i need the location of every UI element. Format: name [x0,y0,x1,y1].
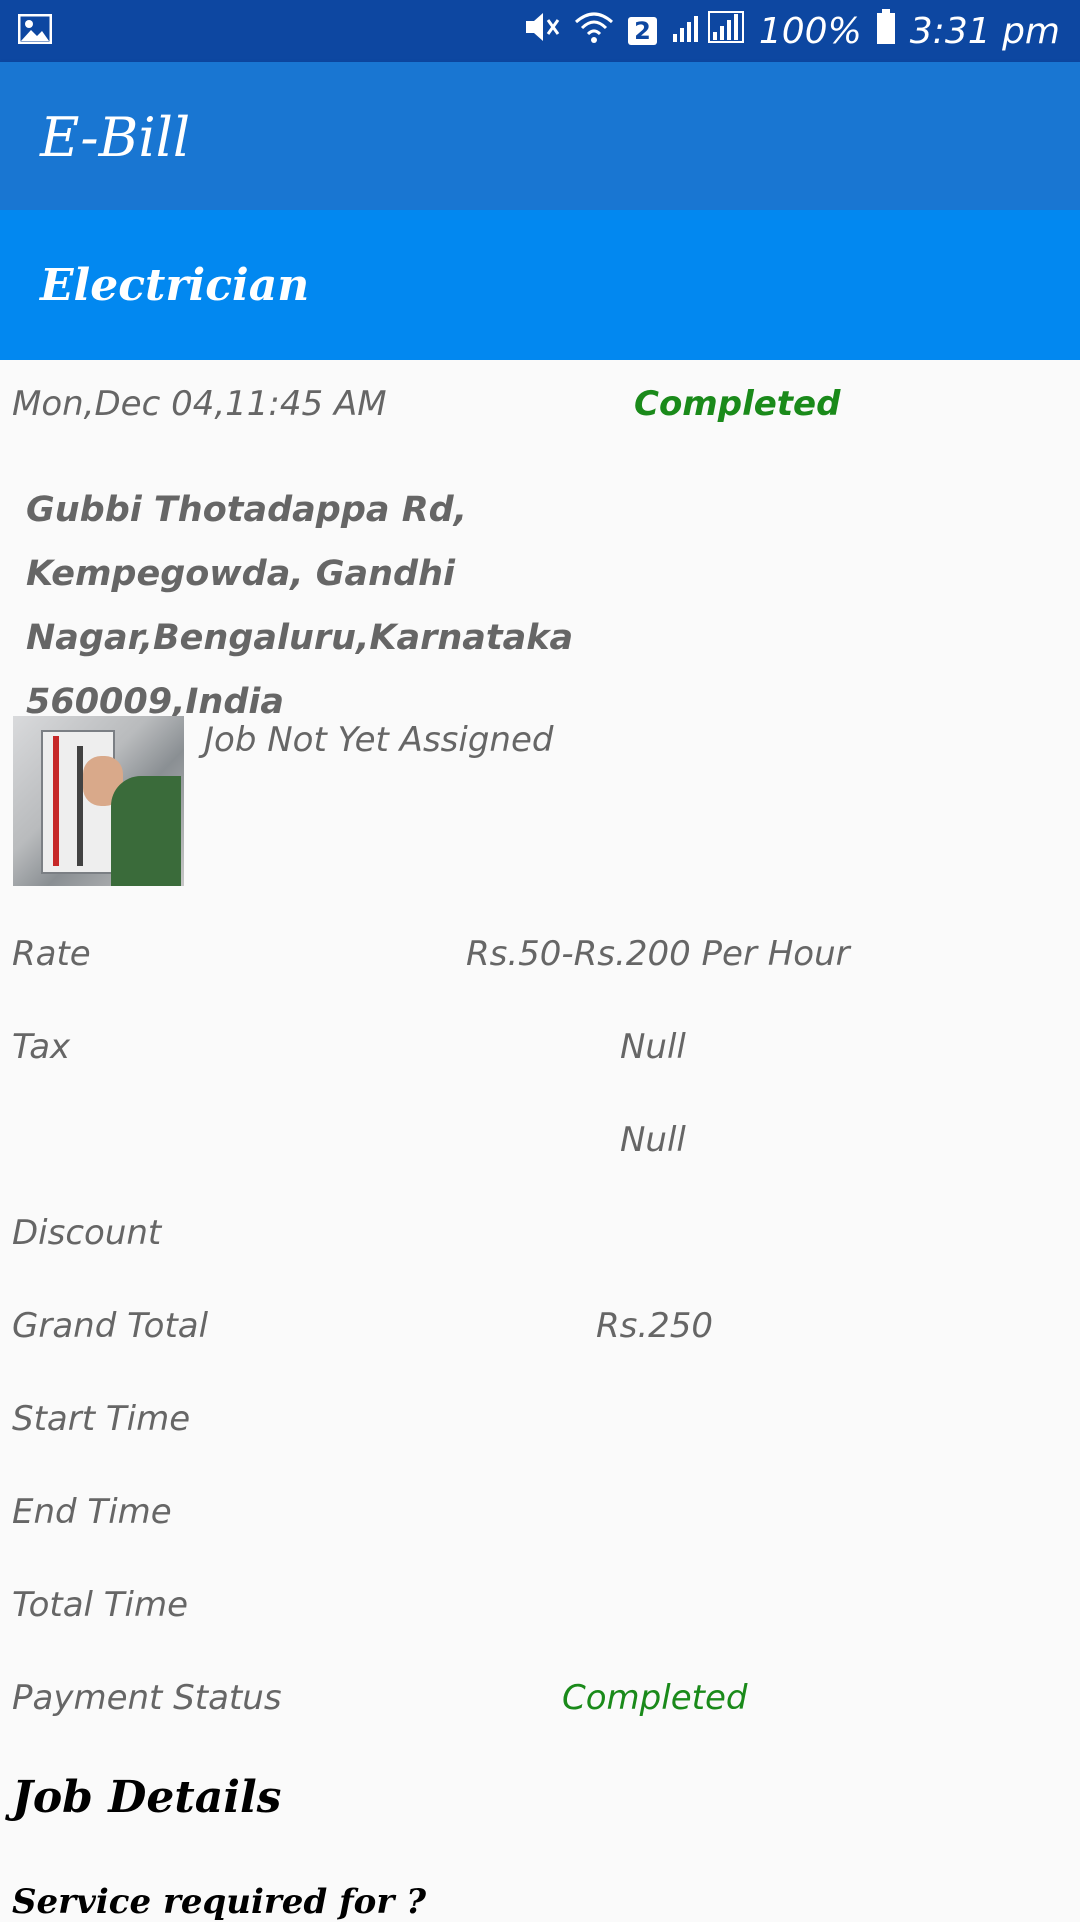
booking-datetime: Mon,Dec 04,11:45 AM [12,384,387,424]
booking-status: Completed [634,384,841,424]
total-time-label: Total Time [12,1585,189,1625]
tax-value: Null [620,1027,686,1067]
signal-icon [671,10,745,53]
start-time-label: Start Time [12,1399,191,1439]
sim-badge: 2 [628,17,657,45]
section-title: Electrician [40,260,310,311]
end-time-label: End Time [12,1492,172,1532]
booking-address: Gubbi Thotadappa Rd, Kempegowda, Gandhi … [26,490,574,722]
clock: 3:31 pm [909,10,1060,52]
rate-value: Rs.50-Rs.200 Per Hour [466,934,850,974]
payment-status-label: Payment Status [12,1678,282,1718]
tax-label: Tax [12,1027,71,1067]
app-bar: E-Bill [0,62,1080,210]
battery-icon [876,8,896,54]
payment-status-value: Completed [562,1678,748,1718]
wire-graphic [77,746,83,866]
mute-icon [524,10,560,53]
extra-value: Null [620,1120,686,1160]
job-details-heading: Job Details [12,1772,282,1823]
service-question: Service required for ? [12,1882,427,1922]
job-assignment: Job Not Yet Assigned [204,720,554,760]
discount-label: Discount [12,1213,162,1253]
grand-total-label: Grand Total [12,1306,209,1346]
battery-percent: 100% [758,10,862,52]
image-icon [17,13,53,45]
arm-graphic [111,776,181,886]
app-title: E-Bill [40,106,191,169]
grand-total-value: Rs.250 [596,1306,714,1346]
rate-label: Rate [12,934,91,974]
wire-graphic [53,736,59,866]
electrician-thumbnail [13,716,184,886]
section-header: Electrician [0,210,1080,360]
status-bar: 2 100% 3:31 pm [0,0,1080,62]
wifi-icon [574,10,614,53]
